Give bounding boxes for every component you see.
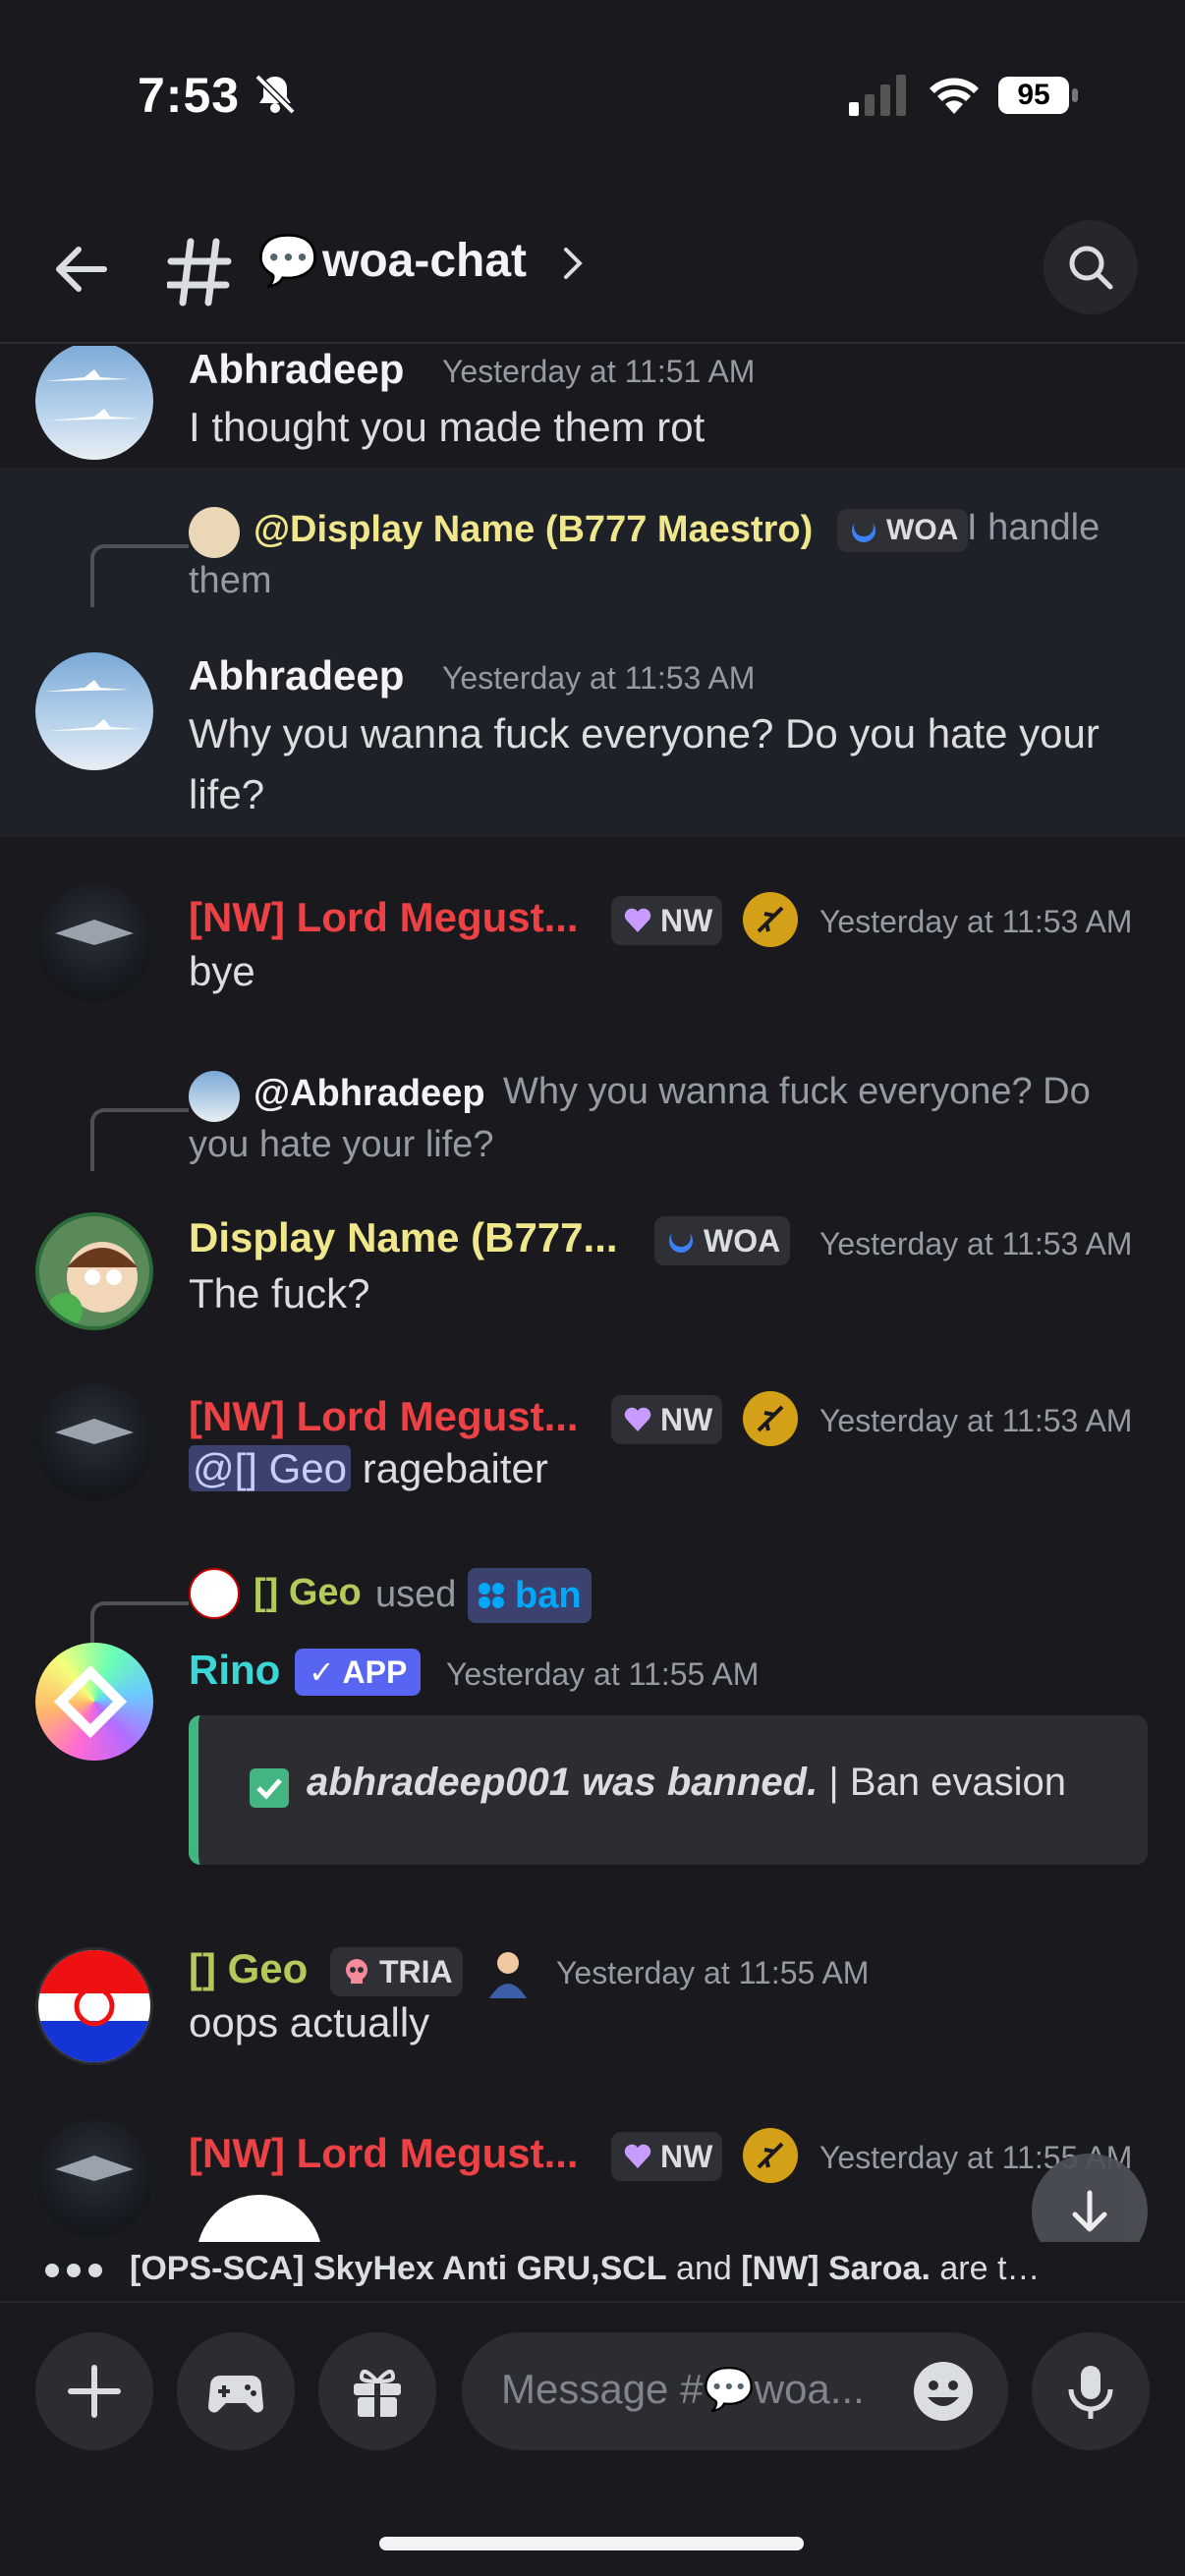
message-timestamp: Yesterday at 11:51 AM bbox=[442, 354, 756, 389]
message[interactable]: [] Geo TRIA Yesterday at 11:55 AM oops a… bbox=[0, 1935, 1185, 2083]
reply-connector bbox=[90, 1108, 189, 1171]
airplane-badge-icon bbox=[743, 2128, 798, 2183]
speech-bubble-icon: 💬 bbox=[257, 233, 319, 288]
status-bar: 7:53 95 bbox=[0, 0, 1185, 196]
role-tag: NW bbox=[611, 2132, 723, 2181]
message-placeholder: Message #💬woa... bbox=[501, 2366, 865, 2412]
microphone-icon bbox=[1068, 2366, 1113, 2419]
avatar[interactable] bbox=[35, 1212, 153, 1330]
embed-text: abhradeep001 was banned. | Ban evasion bbox=[307, 1761, 1066, 1804]
airplane-badge-icon bbox=[743, 892, 798, 947]
reply-text: I handle them bbox=[189, 507, 1100, 601]
user-mention[interactable]: @[] Geo bbox=[189, 1445, 352, 1491]
message-timestamp: Yesterday at 11:53 AM bbox=[442, 660, 756, 696]
message-author[interactable]: Rino bbox=[189, 1647, 280, 1694]
back-arrow-icon[interactable] bbox=[47, 234, 118, 305]
woa-logo-icon bbox=[669, 1227, 693, 1253]
message-text: bye bbox=[189, 948, 255, 994]
activities-button[interactable] bbox=[177, 2332, 295, 2450]
message-list[interactable]: Abhradeep Yesterday at 11:51 AM I though… bbox=[0, 346, 1185, 2262]
message-timestamp: Yesterday at 11:55 AM bbox=[556, 1955, 870, 1990]
avatar[interactable] bbox=[35, 1947, 153, 2065]
arrow-down-icon bbox=[1072, 2190, 1107, 2232]
message-timestamp: Yesterday at 11:53 AM bbox=[819, 1226, 1133, 1261]
message-timestamp: Yesterday at 11:53 AM bbox=[819, 1403, 1133, 1438]
message-text: @[] Geo ragebaiter bbox=[189, 1438, 548, 1499]
message-author[interactable]: Abhradeep bbox=[189, 346, 404, 393]
message[interactable]: @Abhradeep Why you wanna fuck everyone? … bbox=[0, 1069, 1185, 1344]
gift-button[interactable] bbox=[318, 2332, 436, 2450]
heart-icon bbox=[624, 1407, 651, 1431]
message-text: I thought you made them rot bbox=[189, 404, 705, 450]
heart-icon bbox=[624, 908, 651, 932]
chevron-right-icon[interactable] bbox=[562, 244, 586, 283]
clock: 7:53 bbox=[138, 68, 241, 123]
message-highlighted[interactable]: @Display Name (B777 Maestro) WOA I handl… bbox=[0, 468, 1185, 837]
message[interactable]: Abhradeep Yesterday at 11:51 AM I though… bbox=[0, 346, 1185, 468]
message-text: The fuck? bbox=[189, 1270, 370, 1316]
message-text: Why you wanna fuck everyone? Do you hate… bbox=[189, 710, 1100, 817]
message[interactable]: [NW] Lord Megust... NW Yesterday at 11:5… bbox=[0, 1383, 1185, 1531]
message-author[interactable]: Abhradeep bbox=[189, 652, 404, 700]
avatar[interactable] bbox=[35, 2120, 153, 2238]
reply-connector bbox=[90, 544, 189, 607]
role-tag: TRIA bbox=[330, 1947, 463, 1996]
typing-text: [OPS-SCA] SkyHex Anti GRU,SCL and [NW] S… bbox=[130, 2250, 1053, 2287]
home-indicator bbox=[379, 2537, 804, 2550]
channel-hash-icon bbox=[167, 238, 232, 307]
search-button[interactable] bbox=[1044, 220, 1138, 314]
wifi-icon bbox=[930, 78, 979, 114]
message-app[interactable]: [] Geo used ban Rino ✓ APP Yesterday at … bbox=[0, 1568, 1185, 1865]
channel-name[interactable]: woa-chat bbox=[322, 230, 527, 293]
command-verb: used bbox=[375, 1574, 457, 1615]
cellular-signal-icon bbox=[849, 75, 906, 116]
embed-card[interactable]: abhradeep001 was banned. | Ban evasion bbox=[189, 1715, 1148, 1865]
avatar[interactable] bbox=[35, 652, 153, 770]
gift-icon bbox=[354, 2370, 401, 2419]
message-composer: Message #💬woa... bbox=[0, 2301, 1185, 2576]
avatar[interactable] bbox=[35, 1383, 153, 1501]
message-text: oops actually bbox=[189, 1999, 430, 2045]
avatar[interactable] bbox=[35, 346, 153, 460]
muted-bell-icon bbox=[254, 74, 296, 115]
person-emoji-icon bbox=[485, 1947, 531, 1998]
role-tag: WOA bbox=[654, 1216, 791, 1265]
app-badge: ✓ APP bbox=[295, 1649, 422, 1696]
search-icon bbox=[1069, 246, 1113, 290]
add-attachment-button[interactable] bbox=[35, 2332, 153, 2450]
message-author[interactable]: Display Name (B777... bbox=[189, 1214, 618, 1261]
message-author[interactable]: [NW] Lord Megust... bbox=[189, 1393, 579, 1440]
emoji-icon[interactable] bbox=[912, 2360, 975, 2423]
plus-icon bbox=[68, 2365, 121, 2418]
avatar[interactable] bbox=[35, 1643, 153, 1761]
command-user[interactable]: [] Geo bbox=[254, 1572, 362, 1614]
message[interactable]: [NW] Lord Megust... NW Yesterday at 11:5… bbox=[0, 884, 1185, 1032]
avatar[interactable] bbox=[35, 884, 153, 1002]
airplane-badge-icon bbox=[743, 1391, 798, 1446]
channel-header: 💬 woa-chat bbox=[0, 196, 1185, 344]
role-tag: NW bbox=[611, 896, 723, 945]
skull-icon bbox=[346, 1959, 367, 1984]
message-author[interactable]: [] Geo bbox=[189, 1945, 308, 1992]
heart-icon bbox=[624, 2144, 651, 2168]
command-icon bbox=[479, 1583, 504, 1608]
message-author[interactable]: [NW] Lord Megust... bbox=[189, 2130, 579, 2177]
role-tag: NW bbox=[611, 1395, 723, 1444]
typing-indicator: [OPS-SCA] SkyHex Anti GRU,SCL and [NW] S… bbox=[0, 2242, 1185, 2301]
check-icon bbox=[250, 1768, 289, 1808]
reply-text: Why you wanna fuck everyone? Do you hate… bbox=[189, 1071, 1091, 1165]
battery-level: 95 bbox=[1017, 79, 1050, 111]
slash-command[interactable]: ban bbox=[468, 1568, 592, 1623]
gamepad-icon bbox=[208, 2376, 263, 2413]
voice-message-button[interactable] bbox=[1032, 2332, 1150, 2450]
message-timestamp: Yesterday at 11:53 AM bbox=[819, 904, 1133, 939]
message[interactable]: [NW] Lord Megust... NW Yesterday at 11:5… bbox=[0, 2120, 1185, 2262]
typing-dots-icon bbox=[45, 2264, 110, 2282]
message-timestamp: Yesterday at 11:55 AM bbox=[446, 1656, 760, 1692]
reply-avatar bbox=[189, 1568, 240, 1619]
message-input[interactable]: Message #💬woa... bbox=[462, 2332, 1008, 2450]
message-author[interactable]: [NW] Lord Megust... bbox=[189, 894, 579, 941]
